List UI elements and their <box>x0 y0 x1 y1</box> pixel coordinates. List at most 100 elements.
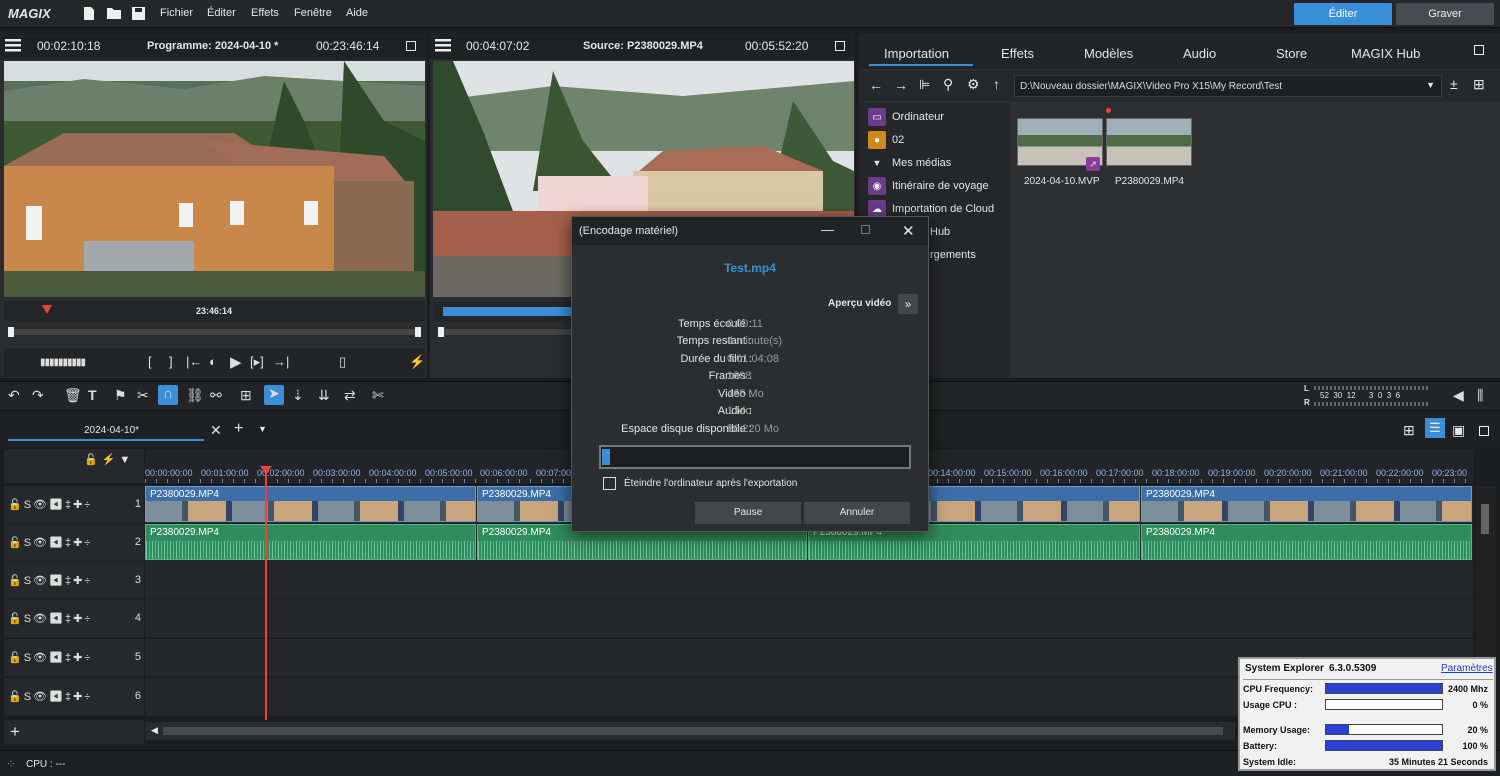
audio-clip[interactable]: P2380029.MP4 <box>145 524 476 560</box>
tree-item-telechargements[interactable]: rgements <box>930 245 976 265</box>
search-icon[interactable]: ⚲ <box>943 76 953 93</box>
video-clip[interactable]: P2380029.MP4 <box>145 486 476 522</box>
play-icon[interactable]: ▶ <box>230 353 242 371</box>
ripple-icon[interactable]: ⇣ <box>292 387 304 404</box>
tab-effets[interactable]: Effets <box>1001 46 1034 61</box>
cancel-button[interactable]: Annuler <box>804 502 910 524</box>
maximize-icon[interactable] <box>406 41 416 51</box>
burn-mode-button[interactable]: Graver <box>1396 3 1494 25</box>
tab-audio[interactable]: Audio <box>1183 46 1216 61</box>
track-controls-icon[interactable]: 🔓S👁◀‡✚÷ <box>8 690 92 703</box>
next-marker-icon[interactable]: →| <box>273 354 289 369</box>
close-tab-icon[interactable]: ✕ <box>210 422 222 439</box>
full-screen-toggle-icon[interactable]: ▯ <box>339 354 346 370</box>
unlink-icon[interactable]: ⚯ <box>210 387 222 404</box>
maximize-icon[interactable] <box>835 41 845 51</box>
tree-item-mes-medias[interactable]: ▼ Mes médias <box>868 153 952 173</box>
playhead[interactable] <box>265 470 267 720</box>
forward-arrow-icon[interactable]: → <box>894 77 908 93</box>
file-thumbnail-mp4[interactable] <box>1106 118 1192 166</box>
audio-clip[interactable]: P2380029.MP4 <box>1141 524 1472 560</box>
track-controls-icon[interactable]: 🔓S👁◀‡✚÷ <box>8 651 92 664</box>
track-controls-icon[interactable]: 🔓S👁◀‡✚÷ <box>8 498 92 511</box>
track-controls-icon[interactable]: 🔓S👁◀‡✚÷ <box>8 574 92 587</box>
program-scrubber[interactable]: 23:46:14 <box>4 301 425 321</box>
tree-item-itineraire[interactable]: ◉ Itinéraire de voyage <box>868 176 989 196</box>
folder-up-icon[interactable]: ↑ <box>993 76 1000 92</box>
close-icon[interactable]: ✕ <box>902 222 915 240</box>
open-folder-icon[interactable] <box>106 6 122 20</box>
menu-effets[interactable]: Effets <box>251 7 279 19</box>
timeline-tab[interactable]: 2024-04-10* <box>8 417 204 441</box>
multi-track-icon[interactable]: ⇊ <box>318 387 330 404</box>
pointer-tool-icon[interactable]: ➤ <box>264 385 284 405</box>
text-tool-icon[interactable]: T <box>88 387 97 403</box>
track-3[interactable] <box>145 562 1473 600</box>
tree-item-02[interactable]: ● 02 <box>868 130 904 150</box>
link-icon[interactable]: ⛓ <box>186 387 204 404</box>
split-tracks-icon[interactable]: ⇄ <box>344 387 356 404</box>
program-zoom-slider[interactable] <box>8 327 421 337</box>
mixer-icon[interactable]: ⫼ <box>1477 387 1483 404</box>
flash-icon[interactable]: ⚡ <box>409 354 425 370</box>
menu-aide[interactable]: Aide <box>346 7 368 19</box>
trim-icon[interactable]: ✄ <box>372 387 384 404</box>
timeline-view-icon[interactable]: ☰ <box>1425 418 1445 438</box>
menu-fichier[interactable]: Fichier <box>160 7 193 19</box>
hamburger-menu-icon[interactable] <box>5 38 21 53</box>
track-controls-icon[interactable]: 🔓S👁◀‡✚÷ <box>8 612 92 625</box>
menu-fenetre[interactable]: Fenêtre <box>294 7 332 19</box>
add-track-icon[interactable]: + <box>10 722 20 742</box>
mark-in-icon[interactable]: [ <box>148 354 152 369</box>
cut-icon[interactable]: ✂ <box>137 387 149 404</box>
magnet-snap-icon[interactable]: ∩ <box>158 385 178 405</box>
shutdown-checkbox[interactable] <box>603 477 616 490</box>
jog-wheel-icon[interactable]: ▮▮▮▮▮▮▮▮▮▮ <box>40 357 86 368</box>
minimize-icon[interactable]: — <box>821 222 834 237</box>
source-zoom-slider[interactable] <box>438 327 578 337</box>
track-controls-icon[interactable]: 🔓S👁◀‡✚÷ <box>8 536 92 549</box>
tree-item-ordinateur[interactable]: ▭ Ordinateur <box>868 107 944 127</box>
horizontal-scrollbar[interactable]: ◀ <box>145 722 1235 740</box>
tab-store[interactable]: Store <box>1276 46 1307 61</box>
gear-icon[interactable]: ⚙ <box>967 76 980 93</box>
sort-icon[interactable]: ± <box>1450 76 1458 92</box>
scene-view-icon[interactable]: ▣ <box>1452 422 1465 439</box>
storyboard-view-icon[interactable]: ⊞ <box>1403 422 1415 439</box>
insert-mode-icon[interactable]: ⊞ <box>240 387 252 404</box>
maximize-icon[interactable] <box>1474 45 1484 55</box>
back-arrow-icon[interactable]: ← <box>869 77 883 93</box>
save-icon[interactable] <box>131 6 146 21</box>
pause-button[interactable]: Pause <box>695 502 801 524</box>
tab-modeles[interactable]: Modèles <box>1084 46 1133 61</box>
video-clip[interactable]: P2380029.MP4 <box>1141 486 1472 522</box>
tree-item-hub[interactable]: Hub <box>930 222 950 242</box>
maximize-icon[interactable] <box>1479 426 1489 436</box>
mark-out-icon[interactable]: ] <box>169 354 173 369</box>
file-thumbnail-mvp[interactable]: ↗ <box>1017 118 1103 171</box>
edit-mode-button[interactable]: Éditer <box>1294 3 1392 25</box>
next-frame-icon[interactable]: [▸] <box>250 354 264 370</box>
restore-icon[interactable] <box>861 225 870 234</box>
lock-all-icon[interactable]: 🔓⚡▼ <box>84 453 134 466</box>
hamburger-menu-icon[interactable] <box>435 38 451 53</box>
tab-magix-hub[interactable]: MAGIX Hub <box>1351 46 1420 61</box>
playhead-handle-icon[interactable] <box>260 466 272 476</box>
path-dropdown[interactable]: D:\Nouveau dossier\MAGIX\Video Pro X15\M… <box>1014 75 1442 97</box>
undo-icon[interactable]: ↶ <box>8 387 20 404</box>
prev-marker-icon[interactable]: |← <box>186 354 202 369</box>
settings-link[interactable]: Paramètres <box>1441 663 1493 674</box>
marker-flag-icon[interactable]: ⚑ <box>114 387 127 404</box>
new-file-icon[interactable] <box>83 6 95 21</box>
grid-view-icon[interactable]: ⊞ <box>1473 76 1485 93</box>
scroll-left-icon[interactable]: ◀ <box>151 725 158 736</box>
menu-editer[interactable]: Éditer <box>207 7 236 19</box>
tree-view-icon[interactable]: ⊫ <box>919 77 930 93</box>
loop-icon[interactable]: ◐ <box>209 354 217 369</box>
playhead-marker-icon[interactable] <box>42 305 52 315</box>
speaker-icon[interactable]: ◀ <box>1453 387 1464 404</box>
add-tab-icon[interactable]: + <box>234 420 243 438</box>
redo-icon[interactable]: ↷ <box>32 387 44 404</box>
chevron-down-icon[interactable]: ▼ <box>258 424 267 434</box>
track-4[interactable] <box>145 600 1473 638</box>
